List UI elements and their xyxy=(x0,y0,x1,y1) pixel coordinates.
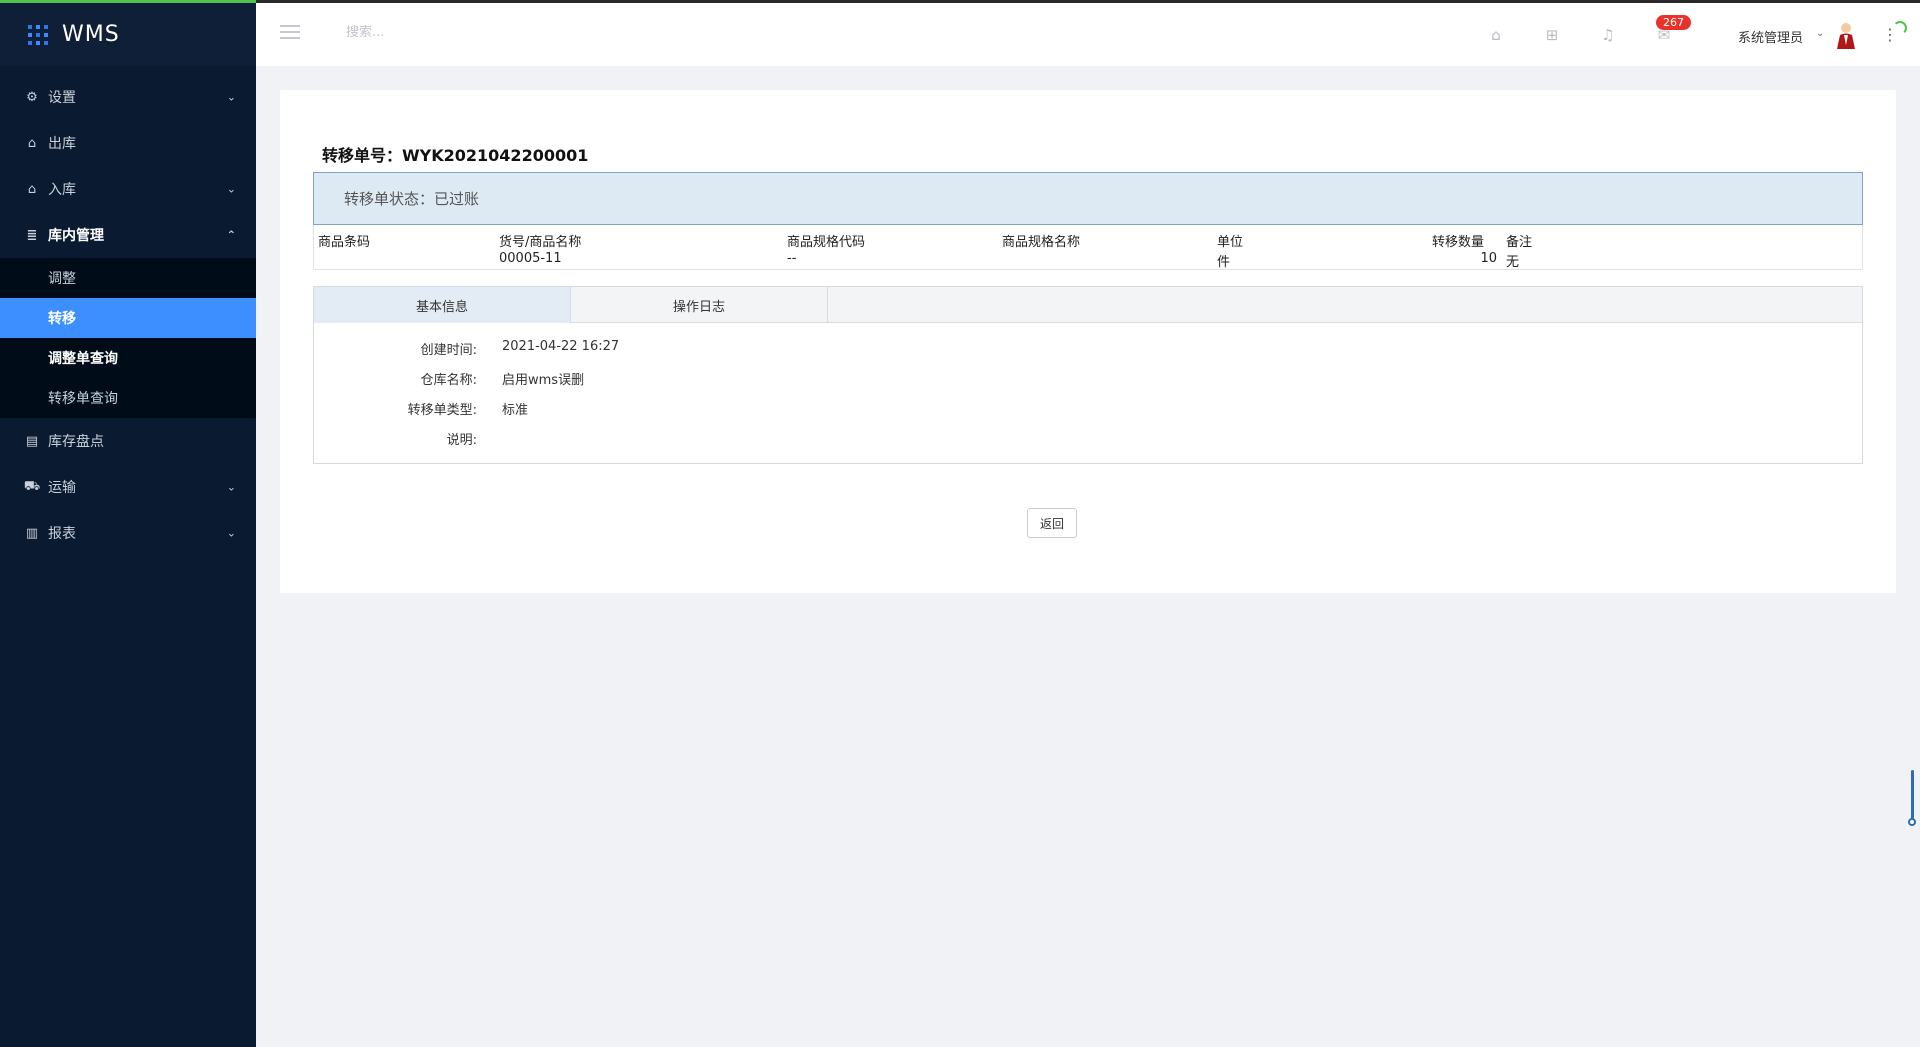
info-label: 转移单类型: xyxy=(407,403,477,418)
info-label: 仓库名称: xyxy=(420,373,477,388)
chevron-down-icon: ⌄ xyxy=(226,182,236,196)
home-icon[interactable]: ⌂ xyxy=(1486,25,1506,45)
sidebar-item-transport[interactable]: ⛟ 运输 ⌄ xyxy=(0,464,256,510)
user-name[interactable]: 系统管理员 xyxy=(1738,27,1803,46)
info-label: 说明: xyxy=(446,433,477,448)
loading-bar xyxy=(0,0,256,3)
menu-toggle-icon[interactable] xyxy=(280,25,300,41)
table-header: 商品规格代码 xyxy=(787,235,866,250)
status-text: 转移单状态：已过账 xyxy=(344,190,480,208)
chevron-up-icon: ⌃ xyxy=(226,228,236,242)
sidebar-item-label: 报表 xyxy=(48,526,76,542)
table-cell: 10 xyxy=(1480,251,1497,266)
table-cell: 无 xyxy=(1506,255,1520,270)
chevron-down-icon: ⌄ xyxy=(226,480,236,494)
search-input[interactable] xyxy=(346,25,566,40)
table-cell: -- xyxy=(787,251,797,266)
status-banner: 转移单状态：已过账 xyxy=(313,172,1863,225)
bar-chart-icon: ▥ xyxy=(25,525,39,541)
submenu-inventory: 调整 转移 调整单查询 转移单查询 xyxy=(0,258,256,418)
info-row: 仓库名称: 启用wms误删 xyxy=(314,369,1862,393)
sidebar-item-reports[interactable]: ▥ 报表 ⌄ xyxy=(0,510,256,556)
chevron-down-icon: ⌄ xyxy=(226,526,236,540)
table-header: 转移数量 xyxy=(1432,235,1485,250)
tabs-container: 基本信息 操作日志 创建时间: 2021-04-22 16:27 仓库名称: 启… xyxy=(313,286,1863,464)
sidebar-item-label: 设置 xyxy=(48,90,76,106)
home-in-icon: ⌂ xyxy=(27,181,37,197)
tab-operation-log[interactable]: 操作日志 xyxy=(571,287,828,323)
info-row: 说明: xyxy=(314,429,1862,453)
info-label: 创建时间: xyxy=(420,343,477,358)
sidebar-item-outbound[interactable]: ⌂ 出库 xyxy=(0,120,256,166)
apps-grid-icon xyxy=(28,24,48,45)
sidebar-subitem-label: 转移单查询 xyxy=(48,391,118,407)
sidebar-subitem-label: 调整 xyxy=(48,271,76,287)
tab-basic-info[interactable]: 基本信息 xyxy=(314,287,571,323)
gear-icon: ⚙ xyxy=(26,89,38,105)
sidebar-item-inbound[interactable]: ⌂ 入库 ⌄ xyxy=(0,166,256,212)
sidebar-item-label: 出库 xyxy=(48,136,76,152)
item-table: 商品条码 货号/商品名称 商品规格代码 商品规格名称 单位 转移数量 备注 00… xyxy=(313,225,1863,270)
sidebar-subitem-transfer[interactable]: 转移 xyxy=(0,298,256,338)
stack-icon: ≣ xyxy=(26,227,38,243)
chevron-down-icon: ⌄ xyxy=(226,90,236,104)
sidebar-subitem-adjust[interactable]: 调整 xyxy=(0,258,256,298)
sidebar-item-stocktake[interactable]: ▤ 库存盘点 xyxy=(0,418,256,464)
info-row: 创建时间: 2021-04-22 16:27 xyxy=(314,339,1862,363)
tab-label: 基本信息 xyxy=(415,299,468,315)
table-header: 备注 xyxy=(1506,235,1533,250)
info-value: 2021-04-22 16:27 xyxy=(502,339,620,354)
table-header: 商品规格名称 xyxy=(1002,235,1081,250)
top-header: ⌂ ⊞ ♫ ✉ 267 系统管理员 ⌄ ⋮ xyxy=(256,0,1920,66)
detail-panel: 转移单号：WYK2021042200001 转移单状态：已过账 商品条码 货号/… xyxy=(280,90,1896,593)
sidebar-item-settings[interactable]: ⚙ 设置 ⌄ xyxy=(0,74,256,120)
sidebar-item-label: 库内管理 xyxy=(48,228,104,244)
sidebar-subitem-label: 调整单查询 xyxy=(48,351,118,367)
table-cell: 件 xyxy=(1217,255,1231,270)
scroll-handle[interactable] xyxy=(1908,770,1916,826)
avatar[interactable] xyxy=(1834,21,1858,49)
sidebar-item-label: 库存盘点 xyxy=(48,434,104,450)
sidebar-item-label: 入库 xyxy=(48,182,76,198)
grid-icon[interactable]: ⊞ xyxy=(1542,25,1562,45)
sidebar-item-inventory-management[interactable]: ≣ 库内管理 ⌃ xyxy=(0,212,256,258)
home-out-icon: ⌂ xyxy=(27,135,37,151)
tab-bar: 基本信息 操作日志 xyxy=(314,287,1862,323)
table-header: 货号/商品名称 xyxy=(499,235,582,250)
sidebar-menu: ⚙ 设置 ⌄ ⌂ 出库 ⌂ 入库 ⌄ ≣ 库内管理 ⌃ 调整 转移 调整单查询 xyxy=(0,74,256,556)
notification-badge: 267 xyxy=(1656,15,1691,30)
sidebar-subitem-transfer-query[interactable]: 转移单查询 xyxy=(0,378,256,418)
sidebar: WMS ⚙ 设置 ⌄ ⌂ 出库 ⌂ 入库 ⌄ ≣ 库内管理 ⌃ 调整 转移 调整… xyxy=(0,0,256,1047)
info-value: 标准 xyxy=(502,403,529,418)
truck-icon: ⛟ xyxy=(23,478,41,494)
sidebar-subitem-label: 转移 xyxy=(48,311,76,327)
table-header: 单位 xyxy=(1217,235,1244,250)
page-title: 转移单号：WYK2021042200001 xyxy=(322,146,589,165)
clipboard-icon: ▤ xyxy=(25,433,39,449)
info-value: 启用wms误删 xyxy=(502,373,585,388)
table-cell: 00005-11 xyxy=(499,251,562,266)
app-title: WMS xyxy=(62,22,120,47)
table-header: 商品条码 xyxy=(318,235,371,250)
bell-icon[interactable]: ♫ xyxy=(1598,25,1618,45)
loading-spinner-icon xyxy=(1893,21,1907,35)
brand[interactable]: WMS xyxy=(0,0,256,66)
back-button[interactable]: 返回 xyxy=(1027,508,1077,538)
sidebar-item-label: 运输 xyxy=(48,480,76,496)
tab-label: 操作日志 xyxy=(672,299,725,315)
chevron-down-icon[interactable]: ⌄ xyxy=(1816,28,1824,39)
info-row: 转移单类型: 标准 xyxy=(314,399,1862,423)
sidebar-subitem-adjust-query[interactable]: 调整单查询 xyxy=(0,338,256,378)
